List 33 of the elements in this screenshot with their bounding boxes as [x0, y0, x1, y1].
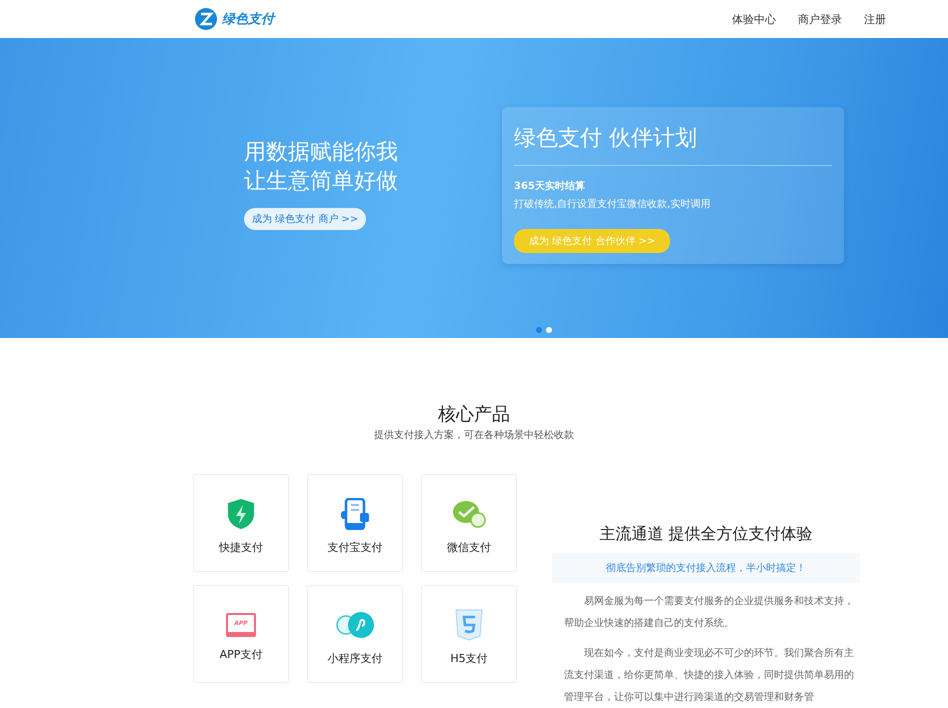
headline: 让生意简单好做 — [244, 168, 399, 196]
product-label: H5支付 — [450, 650, 488, 666]
product-label: 小程序支付 — [328, 650, 382, 666]
paragraph: 易网金服为每一个需要支付服务的企业提供服务和技术支持，帮助企业快速的搭建自己的支付系统。 — [564, 594, 855, 631]
product-card[interactable]: 微信支付 — [421, 474, 517, 572]
logo-icon — [194, 7, 218, 31]
nav-link[interactable]: 注册 — [864, 12, 886, 26]
highlight-banner: 彻底告别繁琐的支付接入流程，半小时搞定！ — [552, 553, 860, 583]
product-label: APP支付 — [220, 646, 262, 662]
paragraph: 现在如今，支付是商业变现必不可少的环节。我们聚合所有主流支付渠道，给你更简单、快捷的接入体验，同时提供简单易用的管理平台，让你可以集中进行跨渠道的交易管理和财务管 — [564, 646, 855, 705]
carousel-dot[interactable] — [536, 327, 542, 333]
nav-link[interactable]: 商户登录 — [798, 12, 842, 26]
carousel-dot[interactable] — [546, 327, 552, 333]
card-description: 打破传统,自行设置支付宝微信收款,实时调用 — [514, 198, 712, 211]
product-label: 支付宝支付 — [328, 540, 382, 554]
nav-link[interactable]: 体验中心 — [732, 12, 776, 26]
product-label: 微信支付 — [447, 540, 491, 554]
product-card[interactable]: 快捷支付 — [193, 474, 289, 572]
card-subtitle: 365天实时结算 — [514, 179, 586, 193]
product-label: 快捷支付 — [219, 540, 263, 554]
product-card[interactable]: H5支付 — [421, 585, 517, 683]
shield-icon — [226, 498, 256, 530]
merchant-button[interactable]: 成为 绿色支付 商户 >> — [244, 208, 366, 230]
product-card[interactable]: 小程序支付 — [307, 585, 403, 683]
section-title: 核心产品 — [437, 403, 511, 426]
headline: 用数据赋能你我 — [244, 139, 399, 167]
product-card[interactable]: 支付宝支付 — [307, 474, 403, 572]
html5-icon — [455, 608, 483, 640]
channels-title: 主流通道 提供全方位支付体验 — [598, 524, 814, 545]
phone-icon — [340, 498, 370, 530]
card-title: 绿色支付 伙伴计划 — [514, 123, 832, 166]
brand-name[interactable]: 绿色支付 — [222, 10, 274, 28]
section-subtitle: 提供支付接入方案，可在各种场景中轻松收款 — [373, 428, 575, 442]
